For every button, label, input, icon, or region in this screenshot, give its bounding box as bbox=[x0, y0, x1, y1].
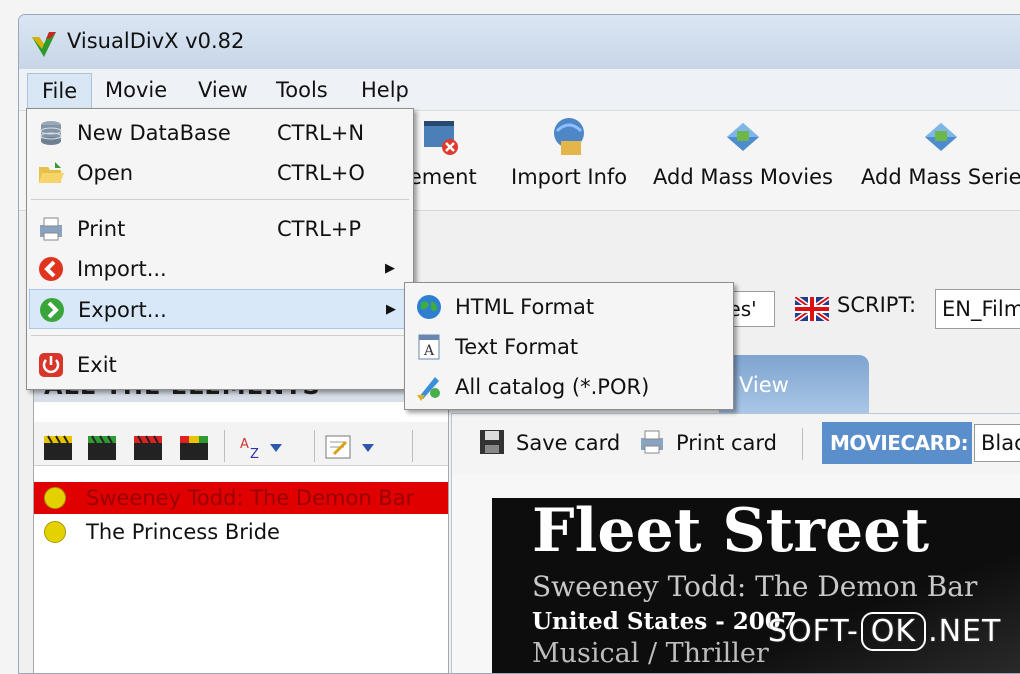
menu-item-open[interactable]: Open CTRL+O bbox=[29, 153, 411, 193]
elements-panel: ALL THE ELEMENTS AZ Sweeney Todd: The De… bbox=[33, 351, 449, 673]
menu-item-new-database[interactable]: New DataBase CTRL+N bbox=[29, 113, 411, 153]
add-mass-movies-icon bbox=[726, 123, 759, 151]
tab-view[interactable]: View bbox=[719, 355, 869, 413]
window-title: VisualDivX v0.82 bbox=[67, 29, 245, 53]
edit-view-icon[interactable] bbox=[324, 434, 382, 460]
moviecard-template-select[interactable]: Blac bbox=[974, 424, 1020, 462]
clapboard-green-icon[interactable] bbox=[88, 434, 116, 460]
menu-item-all-catalog[interactable]: All catalog (*.POR) bbox=[407, 367, 733, 407]
toolbar-import-info-label: Import Info bbox=[511, 165, 628, 189]
list-item-title: Sweeney Todd: The Demon Bar bbox=[86, 486, 415, 510]
text-document-icon: A bbox=[418, 334, 440, 360]
uk-flag-icon bbox=[795, 297, 829, 321]
menu-item-label: Text Format bbox=[455, 335, 579, 359]
menu-separator bbox=[31, 335, 409, 336]
sort-az-icon[interactable]: AZ bbox=[238, 434, 286, 460]
clapboard-yellow-icon[interactable] bbox=[44, 434, 72, 460]
toolbar-delete-element-button[interactable]: lement bbox=[403, 115, 477, 189]
toolbar-delete-element-label: lement bbox=[403, 165, 477, 189]
menu-item-html-format[interactable]: HTML Format bbox=[407, 287, 733, 327]
menu-item-shortcut: CTRL+N bbox=[277, 121, 365, 145]
menu-tools[interactable]: Tools bbox=[262, 73, 342, 107]
svg-text:A: A bbox=[423, 343, 435, 359]
printer-icon bbox=[641, 430, 663, 454]
menu-item-text-format[interactable]: A Text Format bbox=[407, 327, 733, 367]
save-card-label: Save card bbox=[516, 431, 621, 455]
list-item-title: The Princess Bride bbox=[86, 520, 280, 544]
moviecard-label: MOVIECARD: bbox=[822, 422, 972, 464]
import-icon bbox=[39, 257, 63, 281]
clapboard-mixed-icon[interactable] bbox=[180, 434, 208, 460]
file-menu-dropdown: New DataBase CTRL+N Open CTRL+O Print CT… bbox=[26, 108, 414, 390]
svg-text:Z: Z bbox=[250, 447, 259, 460]
menu-item-import[interactable]: Import... ▶ bbox=[29, 249, 411, 289]
toolbar-separator bbox=[314, 430, 315, 462]
card-toolbar: Save card Print card MOVIECARD: Blac bbox=[452, 414, 1020, 474]
menu-item-label: HTML Format bbox=[455, 295, 595, 319]
card-country-year: United States - 2007 bbox=[532, 608, 797, 635]
toolbar-separator bbox=[224, 430, 225, 462]
menu-view[interactable]: View bbox=[184, 73, 262, 107]
open-folder-icon bbox=[39, 162, 64, 183]
yellow-status-icon bbox=[44, 487, 66, 509]
watermark-right: .NET bbox=[928, 614, 1002, 649]
elements-toolbar: AZ bbox=[34, 422, 448, 466]
floppy-disk-icon bbox=[480, 430, 504, 454]
svg-text:A: A bbox=[240, 437, 249, 452]
submenu-arrow-icon: ▶ bbox=[385, 261, 395, 276]
menu-help[interactable]: Help bbox=[347, 73, 423, 107]
menu-item-label: Open bbox=[77, 161, 134, 185]
watermark: SOFT- OK .NET bbox=[768, 612, 1001, 651]
yellow-status-icon bbox=[44, 521, 66, 543]
menu-item-print[interactable]: Print CTRL+P bbox=[29, 209, 411, 249]
delete-element-icon bbox=[423, 121, 458, 155]
script-label: SCRIPT: bbox=[837, 293, 917, 317]
watermark-mid: OK bbox=[860, 612, 927, 651]
card-title: Fleet Street bbox=[532, 498, 930, 566]
toolbar-add-mass-movies-label: Add Mass Movies bbox=[653, 165, 833, 189]
power-icon bbox=[39, 353, 63, 377]
watermark-left: SOFT- bbox=[768, 614, 859, 649]
toolbar-separator bbox=[802, 428, 803, 460]
toolbar-add-mass-movies-button[interactable]: Add Mass Movies bbox=[653, 115, 833, 189]
save-card-button[interactable]: Save card bbox=[478, 428, 620, 456]
list-item-selected[interactable]: Sweeney Todd: The Demon Bar bbox=[34, 482, 448, 514]
toolbar-add-mass-series-label: Add Mass Serie bbox=[861, 165, 1020, 189]
globe-icon bbox=[417, 295, 441, 319]
database-icon bbox=[40, 121, 62, 145]
app-logo-icon bbox=[32, 32, 56, 57]
list-item[interactable]: The Princess Bride bbox=[34, 516, 448, 548]
menu-item-exit[interactable]: Exit bbox=[29, 345, 411, 385]
card-genre: Musical / Thriller bbox=[532, 638, 769, 669]
toolbar-import-info-button[interactable]: Import Info bbox=[511, 115, 627, 189]
printer-icon bbox=[40, 217, 62, 241]
menu-item-label: All catalog (*.POR) bbox=[455, 375, 650, 399]
toolbar-separator bbox=[412, 430, 413, 462]
export-submenu: HTML Format A Text Format All catalog (*… bbox=[404, 282, 734, 410]
menu-item-label: New DataBase bbox=[77, 121, 231, 145]
export-icon bbox=[40, 298, 64, 322]
catalog-export-icon bbox=[417, 377, 440, 401]
menu-item-label: Print bbox=[77, 217, 126, 241]
toolbar-add-mass-series-button[interactable]: Add Mass Serie bbox=[861, 115, 1020, 189]
card-subtitle: Sweeney Todd: The Demon Bar bbox=[532, 570, 978, 603]
submenu-arrow-icon: ▶ bbox=[386, 302, 396, 317]
script-select[interactable]: EN_Film bbox=[935, 289, 1020, 329]
import-info-icon bbox=[554, 118, 585, 155]
menu-item-label: Import... bbox=[77, 257, 167, 281]
menu-bar: File Movie View Tools Help bbox=[19, 69, 1020, 111]
menu-item-label: Exit bbox=[77, 353, 117, 377]
menu-item-shortcut: CTRL+P bbox=[277, 217, 362, 241]
menu-item-export[interactable]: Export... ▶ bbox=[29, 289, 411, 329]
menu-separator bbox=[31, 199, 409, 200]
menu-movie[interactable]: Movie bbox=[91, 73, 181, 107]
menu-file[interactable]: File bbox=[27, 73, 93, 108]
menu-item-label: Export... bbox=[78, 298, 167, 322]
title-bar: VisualDivX v0.82 bbox=[19, 15, 1020, 69]
clapboard-red-icon[interactable] bbox=[134, 434, 162, 460]
menu-item-shortcut: CTRL+O bbox=[277, 161, 365, 185]
add-mass-series-icon bbox=[925, 123, 958, 151]
print-card-label: Print card bbox=[676, 431, 777, 455]
print-card-button[interactable]: Print card bbox=[638, 428, 777, 456]
